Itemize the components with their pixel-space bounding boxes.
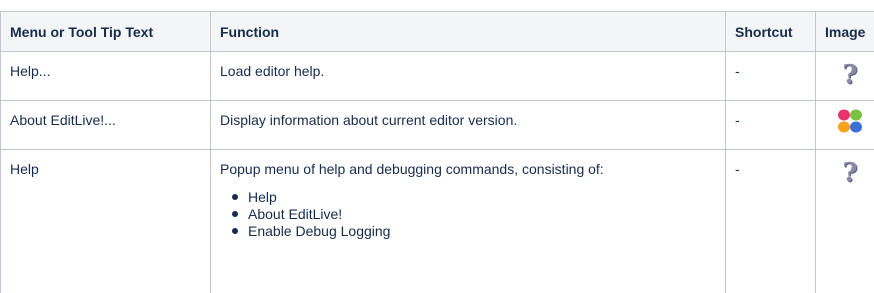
cell-shortcut: - xyxy=(725,149,816,293)
list-item: About EditLive! xyxy=(232,206,716,223)
function-description: Popup menu of help and debugging command… xyxy=(220,161,604,177)
cell-function: Popup menu of help and debugging command… xyxy=(210,149,726,293)
menu-reference-table: Menu or Tool Tip Text Function Shortcut … xyxy=(0,11,874,293)
table-row: Help Popup menu of help and debugging co… xyxy=(0,149,874,293)
table-header-row: Menu or Tool Tip Text Function Shortcut … xyxy=(0,11,874,52)
help-question-icon: ? xyxy=(842,60,858,90)
cell-image xyxy=(815,100,874,150)
cell-shortcut: - xyxy=(725,100,816,150)
editlive-about-icon xyxy=(838,109,862,133)
header-image: Image xyxy=(815,11,874,52)
cell-shortcut: - xyxy=(725,51,816,101)
header-shortcut: Shortcut xyxy=(725,11,816,52)
menu-reference-table-wrapper: Menu or Tool Tip Text Function Shortcut … xyxy=(0,11,874,293)
cell-menu-text: Help... xyxy=(0,51,211,101)
header-function: Function xyxy=(210,11,726,52)
table-row: Help... Load editor help. - ? xyxy=(0,51,874,101)
cell-function: Display information about current editor… xyxy=(210,100,726,150)
function-command-list: Help About EditLive! Enable Debug Loggin… xyxy=(220,189,716,240)
cell-function: Load editor help. xyxy=(210,51,726,101)
list-item: Enable Debug Logging xyxy=(232,223,716,240)
cell-image: ? xyxy=(815,149,874,293)
cell-menu-text: Help xyxy=(0,149,211,293)
help-question-icon: ? xyxy=(842,158,858,188)
cell-menu-text: About EditLive!... xyxy=(0,100,211,150)
table-row: About EditLive!... Display information a… xyxy=(0,100,874,150)
list-item: Help xyxy=(232,189,716,206)
cell-image: ? xyxy=(815,51,874,101)
header-menu-text: Menu or Tool Tip Text xyxy=(0,11,211,52)
